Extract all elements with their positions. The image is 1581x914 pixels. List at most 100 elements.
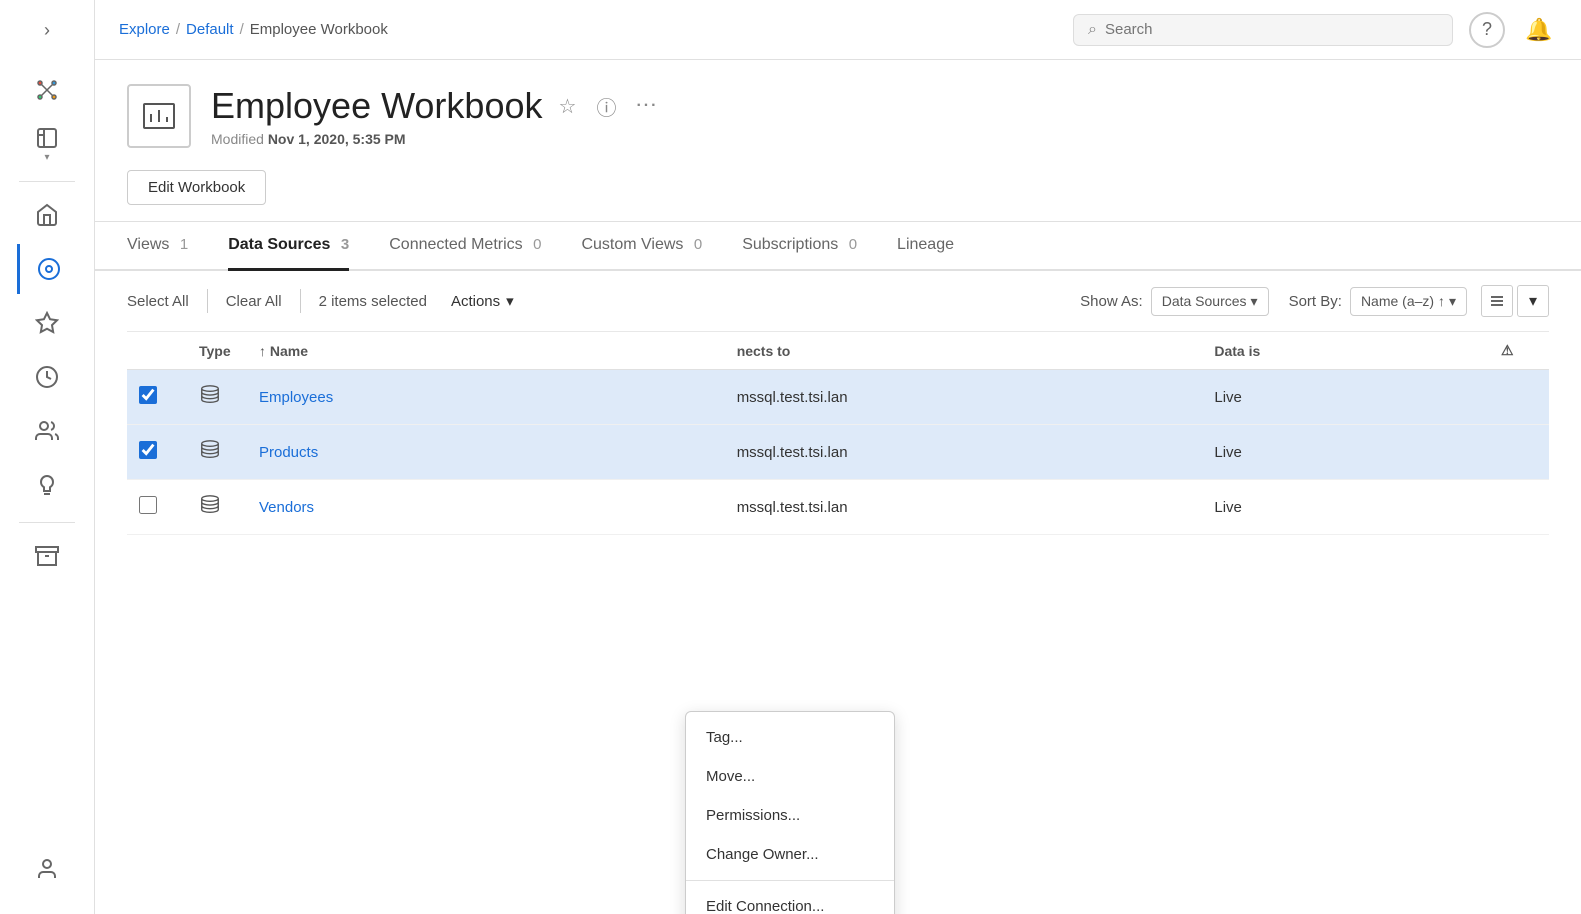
clear-all-button[interactable]: Clear All xyxy=(226,289,282,314)
grid-view-button[interactable]: ▾ xyxy=(1517,285,1549,317)
show-as-group: Show As: Data Sources ▾ xyxy=(1080,287,1268,316)
workbook-chart-icon xyxy=(141,98,177,134)
breadcrumb-explore[interactable]: Explore xyxy=(119,21,170,38)
menu-item-edit-connection[interactable]: Edit Connection... xyxy=(686,887,894,914)
sidebar: › ▾ xyxy=(0,0,95,914)
sidebar-item-users[interactable] xyxy=(17,406,77,456)
menu-item-permissions[interactable]: Permissions... xyxy=(686,796,894,835)
show-as-dropdown[interactable]: Data Sources ▾ xyxy=(1151,287,1269,316)
sidebar-toggle[interactable]: › xyxy=(27,10,67,50)
more-button[interactable]: ··· xyxy=(632,93,662,119)
tab-custom-views[interactable]: Custom Views 0 xyxy=(581,222,702,271)
tab-lineage[interactable]: Lineage xyxy=(897,222,954,271)
row-1-checkbox-cell[interactable] xyxy=(127,370,187,425)
tab-views[interactable]: Views 1 xyxy=(127,222,188,271)
info-button[interactable]: ⓘ xyxy=(592,88,620,125)
col-header-name[interactable]: ↑ Name xyxy=(247,332,725,370)
breadcrumb-sep-2: / xyxy=(240,21,244,38)
notifications-button[interactable]: 🔔 xyxy=(1521,12,1557,48)
datasource-icon-2 xyxy=(199,439,221,461)
sidebar-item-layout[interactable]: ▾ xyxy=(17,119,77,169)
page-title: Employee Workbook xyxy=(211,85,543,127)
sidebar-item-collections[interactable] xyxy=(17,531,77,581)
datasource-icon xyxy=(199,384,221,406)
menu-divider-1 xyxy=(686,880,894,881)
row-2-name-cell[interactable]: Products xyxy=(247,425,725,480)
col-header-warning: ⚠ xyxy=(1489,332,1549,370)
main-content: Explore / Default / Employee Workbook ⌕ … xyxy=(95,0,1581,914)
page-header: Employee Workbook ☆ ⓘ ··· Modified Nov 1… xyxy=(95,60,1581,222)
actions-button[interactable]: Actions ▾ xyxy=(439,286,526,316)
workbook-title-row: Employee Workbook ☆ ⓘ ··· xyxy=(211,85,662,127)
row-3-data-is-cell: Live xyxy=(1202,480,1489,535)
tab-subscriptions[interactable]: Subscriptions 0 xyxy=(742,222,857,271)
col-header-type: Type xyxy=(187,332,247,370)
list-view-button[interactable] xyxy=(1481,285,1513,317)
sort-by-value: Name (a–z) ↑ xyxy=(1361,293,1445,309)
list-icon xyxy=(1489,293,1505,309)
show-as-label: Show As: xyxy=(1080,293,1143,310)
row-2-warning-cell xyxy=(1489,425,1549,480)
sidebar-bottom xyxy=(17,844,77,898)
menu-item-move[interactable]: Move... xyxy=(686,757,894,796)
breadcrumb-default[interactable]: Default xyxy=(186,21,234,38)
menu-item-tag[interactable]: Tag... xyxy=(686,718,894,757)
row-2-type-cell xyxy=(187,425,247,480)
sidebar-item-pulse[interactable] xyxy=(17,244,77,294)
team-icon xyxy=(35,857,59,881)
sidebar-item-recents[interactable] xyxy=(17,352,77,402)
row-1-checkbox[interactable] xyxy=(139,386,157,404)
table-row: Employees mssql.test.tsi.lan Live xyxy=(127,370,1549,425)
toolbar-divider-1 xyxy=(207,289,208,313)
sort-by-dropdown[interactable]: Name (a–z) ↑ ▾ xyxy=(1350,287,1467,316)
workbook-header: Employee Workbook ☆ ⓘ ··· Modified Nov 1… xyxy=(127,84,1549,148)
toolbar: Select All Clear All 2 items selected Ac… xyxy=(127,271,1549,332)
modified-date: Nov 1, 2020, 5:35 PM xyxy=(268,131,406,147)
show-as-chevron-icon: ▾ xyxy=(1251,293,1258,310)
favorite-button[interactable]: ☆ xyxy=(555,90,581,123)
view-toggle: ▾ xyxy=(1481,285,1549,317)
topbar: Explore / Default / Employee Workbook ⌕ … xyxy=(95,0,1581,60)
warning-header-icon: ⚠ xyxy=(1501,342,1514,358)
workbook-meta: Modified Nov 1, 2020, 5:35 PM xyxy=(211,131,662,147)
row-1-type-cell xyxy=(187,370,247,425)
star-icon xyxy=(35,311,59,335)
row-1-name-cell[interactable]: Employees xyxy=(247,370,725,425)
row-3-checkbox[interactable] xyxy=(139,496,157,514)
row-3-warning-cell xyxy=(1489,480,1549,535)
actions-label: Actions xyxy=(451,293,500,310)
row-3-checkbox-cell[interactable] xyxy=(127,480,187,535)
row-3-connects-cell: mssql.test.tsi.lan xyxy=(725,480,1203,535)
logo-icon xyxy=(35,78,59,102)
data-table: Type ↑ Name nects to Data is ⚠ xyxy=(127,332,1549,535)
search-input[interactable] xyxy=(1105,21,1438,38)
sidebar-item-team[interactable] xyxy=(17,844,77,894)
help-button[interactable]: ? xyxy=(1469,12,1505,48)
sort-group: Sort By: Name (a–z) ↑ ▾ xyxy=(1289,287,1467,316)
select-all-button[interactable]: Select All xyxy=(127,289,189,314)
sidebar-item-favorites[interactable] xyxy=(17,298,77,348)
sort-arrow-icon: ↑ xyxy=(259,343,270,359)
workbook-icon xyxy=(127,84,191,148)
breadcrumb-current: Employee Workbook xyxy=(250,21,388,38)
edit-workbook-button[interactable]: Edit Workbook xyxy=(127,170,266,205)
sidebar-item-recommendations[interactable] xyxy=(17,460,77,510)
selected-count: 2 items selected xyxy=(319,293,427,310)
sidebar-item-home[interactable] xyxy=(17,190,77,240)
workbook-title-group: Employee Workbook ☆ ⓘ ··· Modified Nov 1… xyxy=(211,85,662,147)
row-2-checkbox-cell[interactable] xyxy=(127,425,187,480)
search-box[interactable]: ⌕ xyxy=(1073,14,1453,46)
sidebar-item-logo[interactable] xyxy=(17,65,77,115)
toolbar-divider-2 xyxy=(300,289,301,313)
tab-data-sources[interactable]: Data Sources 3 xyxy=(228,222,349,271)
row-1-warning-cell xyxy=(1489,370,1549,425)
row-2-data-is-cell: Live xyxy=(1202,425,1489,480)
users-icon xyxy=(35,419,59,443)
row-3-name-cell[interactable]: Vendors xyxy=(247,480,725,535)
breadcrumb: Explore / Default / Employee Workbook xyxy=(119,21,1057,38)
table-row: Vendors mssql.test.tsi.lan Live xyxy=(127,480,1549,535)
row-2-checkbox[interactable] xyxy=(139,441,157,459)
tab-connected-metrics[interactable]: Connected Metrics 0 xyxy=(389,222,541,271)
menu-item-change-owner[interactable]: Change Owner... xyxy=(686,835,894,874)
row-2-connects-cell: mssql.test.tsi.lan xyxy=(725,425,1203,480)
